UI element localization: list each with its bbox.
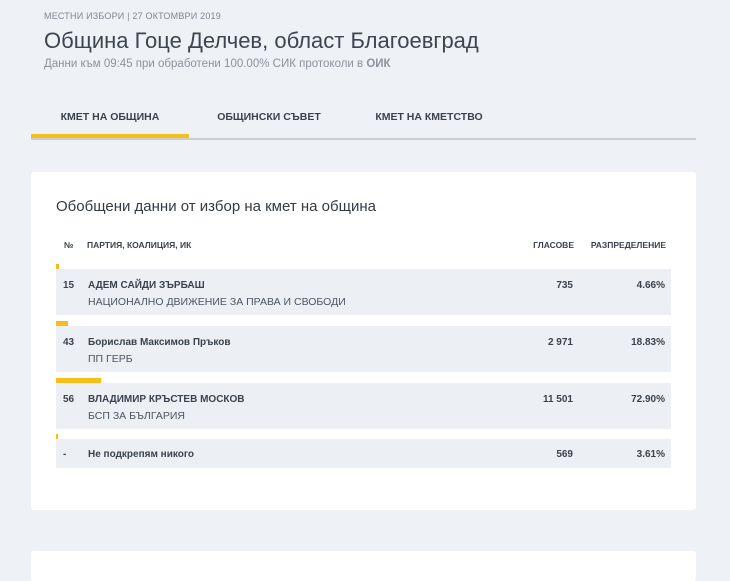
candidate-share: 4.66% — [636, 280, 665, 291]
candidate-name: Борислав Максимов Пръков — [88, 337, 231, 348]
result-row: 15 АДЕМ САЙДИ ЗЪРБАШ НАЦИОНАЛНО ДВИЖЕНИЕ… — [56, 264, 671, 315]
subtitle-text: Данни към 09:45 при обработени 100.00% С… — [44, 58, 367, 70]
secondary-card — [31, 551, 696, 581]
tab-mayor-town[interactable]: КМЕТ НА КМЕТСТВО — [349, 98, 509, 136]
candidate-name: ВЛАДИМИР КРЪСТЕВ МОСКОВ — [88, 394, 245, 405]
candidate-number: 43 — [63, 337, 75, 348]
candidate-number: - — [63, 449, 67, 460]
result-row-box: 15 АДЕМ САЙДИ ЗЪРБАШ НАЦИОНАЛНО ДВИЖЕНИЕ… — [56, 269, 671, 315]
candidate-votes: 569 — [556, 449, 573, 460]
candidate-votes: 11 501 — [542, 394, 573, 405]
subtitle-oik: ОИК — [366, 58, 391, 70]
candidate-party: БСП ЗА БЪЛГАРИЯ — [88, 410, 185, 422]
tabs: КМЕТ НА ОБЩИНА ОБЩИНСКИ СЪВЕТ КМЕТ НА КМ… — [31, 98, 696, 140]
result-row-box: - Не подкрепям никого 569 3.61% — [56, 439, 671, 468]
candidate-share: 3.61% — [636, 449, 665, 460]
column-header-votes: ГЛАСОВЕ — [533, 240, 574, 250]
page-subtitle: Данни към 09:45 при обработени 100.00% С… — [44, 58, 704, 70]
candidate-party: ПП ГЕРБ — [88, 353, 133, 365]
result-row: 56 ВЛАДИМИР КРЪСТЕВ МОСКОВ БСП ЗА БЪЛГАР… — [56, 378, 671, 429]
column-header-party: ПАРТИЯ, КОАЛИЦИЯ, ИК — [87, 240, 192, 250]
results-card: Обобщени данни от избор на кмет на общин… — [31, 172, 696, 510]
candidate-number: 56 — [63, 394, 75, 405]
candidate-votes: 735 — [556, 280, 573, 291]
tab-mayor-municipality[interactable]: КМЕТ НА ОБЩИНА — [31, 98, 189, 138]
result-row-box: 43 Борислав Максимов Пръков ПП ГЕРБ 2 97… — [56, 326, 671, 372]
candidate-name: АДЕМ САЙДИ ЗЪРБАШ — [88, 280, 205, 291]
results-title: Обобщени данни от избор на кмет на общин… — [56, 198, 376, 215]
election-pretitle: МЕСТНИ ИЗБОРИ | 27 ОКТОМВРИ 2019 — [44, 11, 221, 21]
page-header: МЕСТНИ ИЗБОРИ | 27 ОКТОМВРИ 2019 Община … — [44, 11, 704, 70]
column-header-share: РАЗПРЕДЕЛЕНИЕ — [590, 240, 666, 250]
tab-municipal-council[interactable]: ОБЩИНСКИ СЪВЕТ — [189, 98, 349, 136]
candidate-party: НАЦИОНАЛНО ДВИЖЕНИЕ ЗА ПРАВА И СВОБОДИ — [88, 296, 346, 308]
candidate-votes: 2 971 — [547, 337, 573, 348]
page-title: Община Гоце Делчев, област Благоевград — [44, 28, 479, 53]
result-row-box: 56 ВЛАДИМИР КРЪСТЕВ МОСКОВ БСП ЗА БЪЛГАР… — [56, 383, 671, 429]
candidate-share: 72.90% — [631, 394, 665, 405]
candidate-share: 18.83% — [631, 337, 665, 348]
result-row: - Не подкрепям никого 569 3.61% — [56, 434, 671, 468]
candidate-number: 15 — [63, 280, 75, 291]
result-row: 43 Борислав Максимов Пръков ПП ГЕРБ 2 97… — [56, 321, 671, 372]
candidate-name: Не подкрепям никого — [88, 449, 194, 460]
column-header-no: № — [64, 240, 74, 250]
